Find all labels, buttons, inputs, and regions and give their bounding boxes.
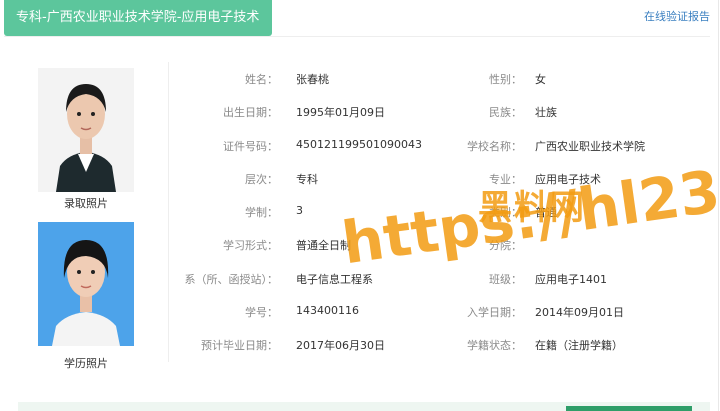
duration-label: 学制： — [245, 206, 278, 219]
status-label: 学籍状态： — [467, 339, 522, 352]
category-label: 类别： — [489, 206, 522, 219]
level-label: 层次： — [245, 173, 278, 186]
department-value: 电子信息工程系 — [296, 273, 373, 286]
name-value: 张春桃 — [296, 73, 329, 86]
enroll-date-label: 入学日期： — [467, 306, 522, 319]
verify-report-link[interactable]: 在线验证报告 — [644, 8, 710, 24]
record-title-tab[interactable]: 专科-广西农业职业技术学院-应用电子技术 — [4, 0, 272, 36]
ethnicity-value: 壮族 — [535, 106, 557, 119]
id-number-label: 证件号码： — [223, 140, 278, 153]
duration-value: 3 — [296, 204, 303, 217]
id-number-value: 450121199501090043 — [296, 138, 422, 151]
birth-date-label: 出生日期： — [223, 106, 278, 119]
admission-photo — [38, 68, 134, 192]
school-value: 广西农业职业技术学院 — [535, 140, 645, 153]
graduation-date-label: 预计毕业日期： — [201, 339, 278, 352]
birth-date-value: 1995年01月09日 — [296, 106, 385, 119]
ethnicity-label: 民族： — [489, 106, 522, 119]
school-label: 学校名称： — [467, 140, 522, 153]
level-value: 专科 — [296, 173, 318, 186]
enroll-date-value: 2014年09月01日 — [535, 306, 624, 319]
student-number-label: 学号： — [245, 306, 278, 319]
study-form-value: 普通全日制 — [296, 239, 351, 252]
graduation-date-value: 2017年06月30日 — [296, 339, 385, 352]
category-value: 普通 — [535, 206, 557, 219]
class-label: 班级： — [489, 273, 522, 286]
department-label: 系（所、函授站）： — [184, 273, 279, 286]
name-label: 姓名： — [245, 73, 278, 86]
degree-photo — [38, 222, 134, 346]
degree-photo-caption: 学历照片 — [64, 357, 108, 370]
major-value: 应用电子技术 — [535, 173, 601, 186]
admission-photo-caption: 录取照片 — [64, 197, 108, 210]
class-value: 应用电子1401 — [535, 273, 607, 286]
gender-label: 性别： — [489, 73, 522, 86]
photo-divider — [168, 62, 169, 362]
study-form-label: 学习形式： — [223, 239, 278, 252]
branch-label: 分院： — [489, 239, 522, 252]
major-label: 专业： — [489, 173, 522, 186]
student-number-value: 143400116 — [296, 304, 359, 317]
footer-action-button[interactable] — [566, 406, 692, 411]
gender-value: 女 — [535, 73, 546, 86]
header-divider — [4, 36, 710, 37]
status-value: 在籍（注册学籍） — [535, 339, 623, 352]
